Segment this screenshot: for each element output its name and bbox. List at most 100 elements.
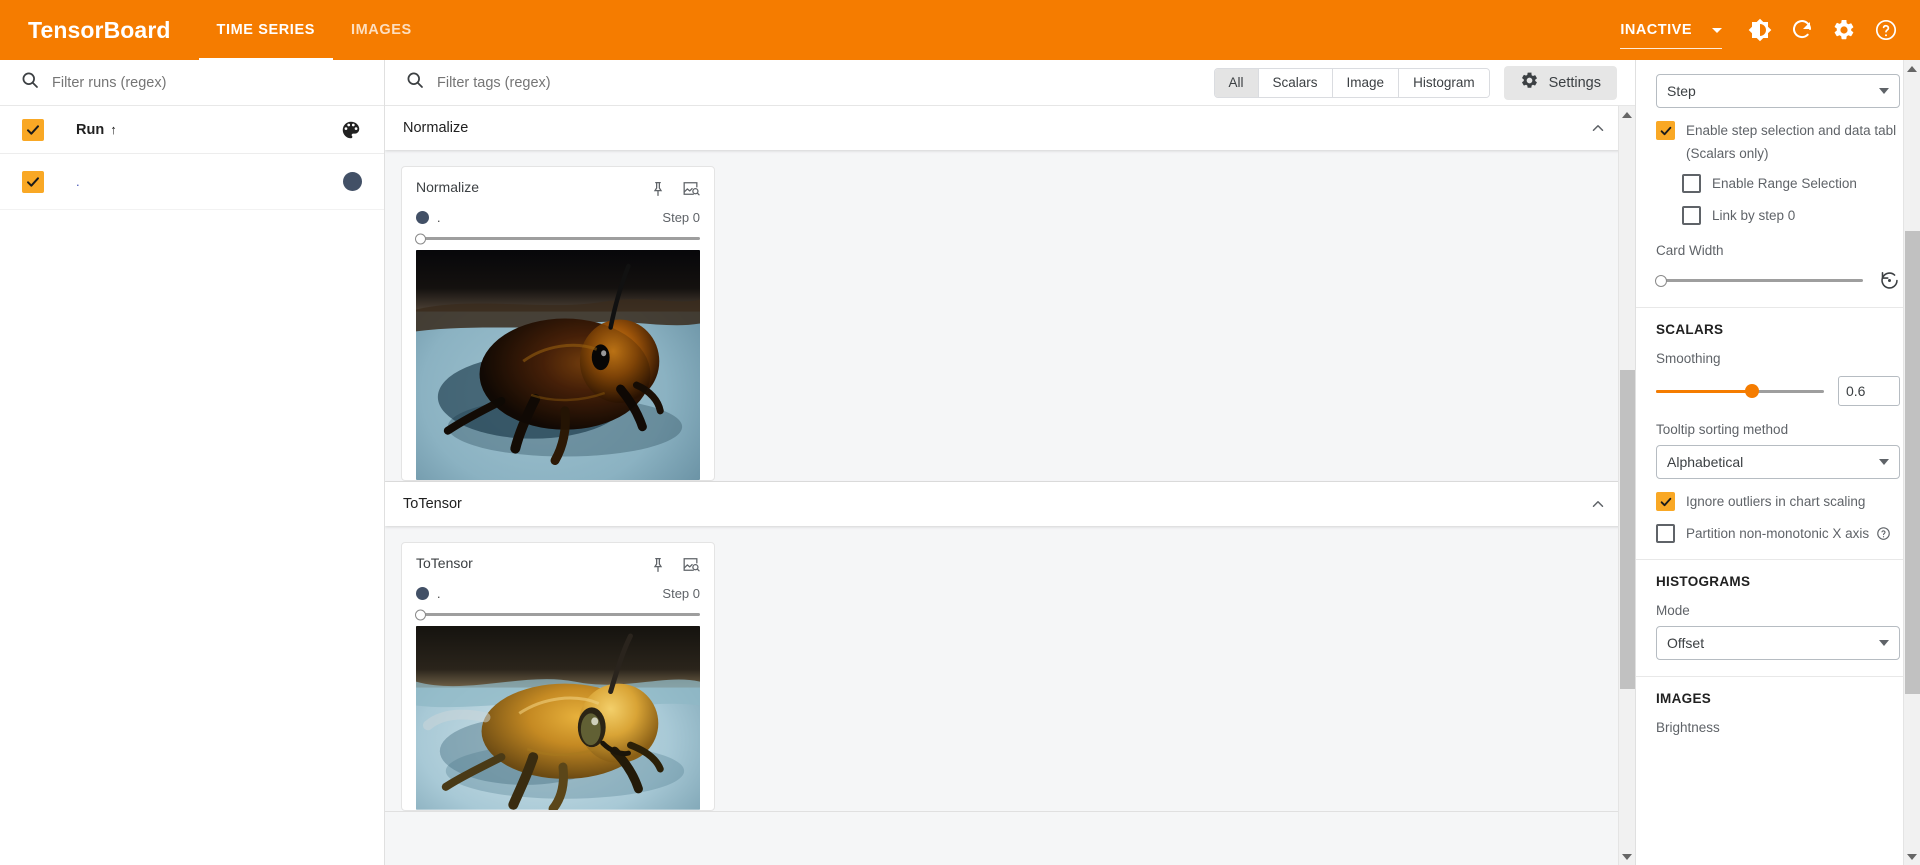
runs-column-header[interactable]: Run ↑ [76,122,117,138]
card-actions [649,179,700,198]
smoothing-control [1656,376,1900,406]
card-width-control [1655,270,1900,291]
settings-button[interactable]: Settings [1503,65,1617,100]
smoothing-input[interactable] [1838,376,1900,406]
card-header: Normalize [416,179,700,198]
reset-icon[interactable] [1879,270,1900,291]
runs-filter-input[interactable] [52,74,364,91]
partition-x-axis-checkbox[interactable] [1656,524,1675,543]
partition-x-axis-label: Partition non-monotonic X axis [1686,526,1870,541]
group-header-totensor[interactable]: ToTensor [385,482,1635,527]
histogram-mode-select[interactable]: Offset [1656,626,1900,660]
card-width-slider-thumb[interactable] [1655,274,1667,287]
image-search-icon[interactable] [681,179,700,198]
gear-icon [1520,71,1539,94]
link-by-step-row[interactable]: Link by step 0 [1656,206,1900,225]
card-run-name: . [437,586,441,601]
settings-histograms-section: HISTOGRAMS Mode Offset [1636,560,1920,677]
settings-scrollbar[interactable] [1903,60,1920,865]
filter-toggle-all[interactable]: All [1214,68,1259,97]
settings-content: Step Enable step selection and data tabl… [1636,60,1920,865]
scroll-up-arrow-icon[interactable] [1619,106,1636,123]
dashboard-scrollbar[interactable] [1618,106,1635,865]
image-search-icon[interactable] [681,555,700,574]
scroll-down-arrow-icon[interactable] [1904,848,1920,865]
card-step-slider[interactable] [415,233,700,244]
link-by-step-checkbox[interactable] [1682,206,1701,225]
filter-toggle-image[interactable]: Image [1332,68,1400,97]
x-axis-type-select[interactable]: Step [1656,74,1900,108]
filter-toggle-scalars[interactable]: Scalars [1258,68,1333,97]
smoothing-slider[interactable] [1656,384,1824,398]
run-list-item[interactable]: . [0,154,384,210]
help-icon[interactable] [1876,526,1891,541]
tab-time-series-label: TIME SERIES [216,22,315,38]
group-title: ToTensor [403,496,462,513]
scalars-only-note: (Scalars only) [1686,146,1769,161]
enable-range-selection-checkbox[interactable] [1682,174,1701,193]
card-width-slider[interactable] [1655,274,1863,287]
card-width-label: Card Width [1656,243,1724,258]
pin-icon[interactable] [649,556,667,574]
chevron-up-icon[interactable] [1589,495,1617,513]
scrollbar-track[interactable] [1619,123,1636,848]
refresh-icon[interactable] [1782,10,1822,50]
enable-step-selection-checkbox[interactable] [1656,121,1675,140]
enable-range-selection-row[interactable]: Enable Range Selection [1656,174,1900,193]
card-group-totensor: ToTensor ToTensor . Step 0 [385,482,1635,813]
partition-x-axis-row[interactable]: Partition non-monotonic X axis [1656,524,1900,543]
group-header-normalize[interactable]: Normalize [385,106,1635,150]
tag-filter-input[interactable] [437,74,767,91]
slider-thumb[interactable] [415,609,426,621]
tag-filter-bar: All Scalars Image Histogram [385,60,1635,106]
plugin-filter-toggle-group: All Scalars Image Histogram [1213,67,1490,98]
top-bar: TensorBoard TIME SERIES IMAGES INACTIVE [0,0,1920,60]
ignore-outliers-row[interactable]: Ignore outliers in chart scaling [1656,492,1900,511]
card-title: ToTensor [416,555,473,572]
tab-time-series[interactable]: TIME SERIES [198,0,334,60]
tensorboard-app: TensorBoard TIME SERIES IMAGES INACTIVE [0,0,1920,865]
slider-track[interactable] [415,233,700,244]
filter-toggle-histogram[interactable]: Histogram [1399,68,1489,97]
chevron-up-icon[interactable] [1589,119,1617,137]
scroll-down-arrow-icon[interactable] [1619,848,1636,865]
card-actions [649,555,700,574]
card-group-normalize: Normalize Normalize . Step 0 [385,106,1635,483]
settings-images-section: IMAGES Brightness [1636,677,1920,751]
card-step-slider[interactable] [415,609,700,621]
slider-track[interactable] [415,609,700,621]
scroll-up-arrow-icon[interactable] [1904,60,1920,77]
settings-panel: Step Enable step selection and data tabl… [1635,60,1920,865]
app-body: Run ↑ . [0,60,1920,865]
enable-step-selection-row[interactable]: Enable step selection and data tabl [1656,121,1900,140]
select-all-runs-checkbox[interactable] [22,118,44,141]
tooltip-sorting-select[interactable]: Alphabetical [1656,445,1900,479]
pin-icon[interactable] [649,180,667,198]
top-bar-spacer [430,0,1615,60]
card-run-line: . Step 0 [416,586,700,601]
card-run-color-dot [416,587,429,601]
scrollbar-track[interactable] [1904,77,1920,848]
palette-icon[interactable] [340,119,362,141]
scalars-heading: SCALARS [1656,322,1724,337]
reload-status-control[interactable]: INACTIVE [1614,7,1728,53]
runs-panel: Run ↑ . [0,60,385,865]
card-run-line: . Step 0 [416,210,700,225]
slider-thumb[interactable] [415,233,426,244]
scrollbar-thumb[interactable] [1904,231,1920,694]
help-icon[interactable] [1866,10,1906,50]
sort-ascending-icon: ↑ [110,122,117,137]
tab-images[interactable]: IMAGES [333,0,430,60]
run-color-swatch[interactable] [343,172,362,191]
filter-toggle-scalars-label: Scalars [1272,75,1318,90]
run-checkbox[interactable] [22,170,44,193]
group-body-totensor: ToTensor . Step 0 [385,526,1635,812]
gear-icon[interactable] [1824,10,1864,50]
scrollbar-thumb[interactable] [1619,369,1635,689]
run-name-label: . [76,174,80,189]
card-image-wrap [416,250,700,481]
chevron-down-icon[interactable] [1712,27,1722,33]
brightness-icon[interactable] [1740,10,1780,50]
ignore-outliers-checkbox[interactable] [1656,492,1675,511]
smoothing-slider-thumb[interactable] [1744,384,1759,398]
